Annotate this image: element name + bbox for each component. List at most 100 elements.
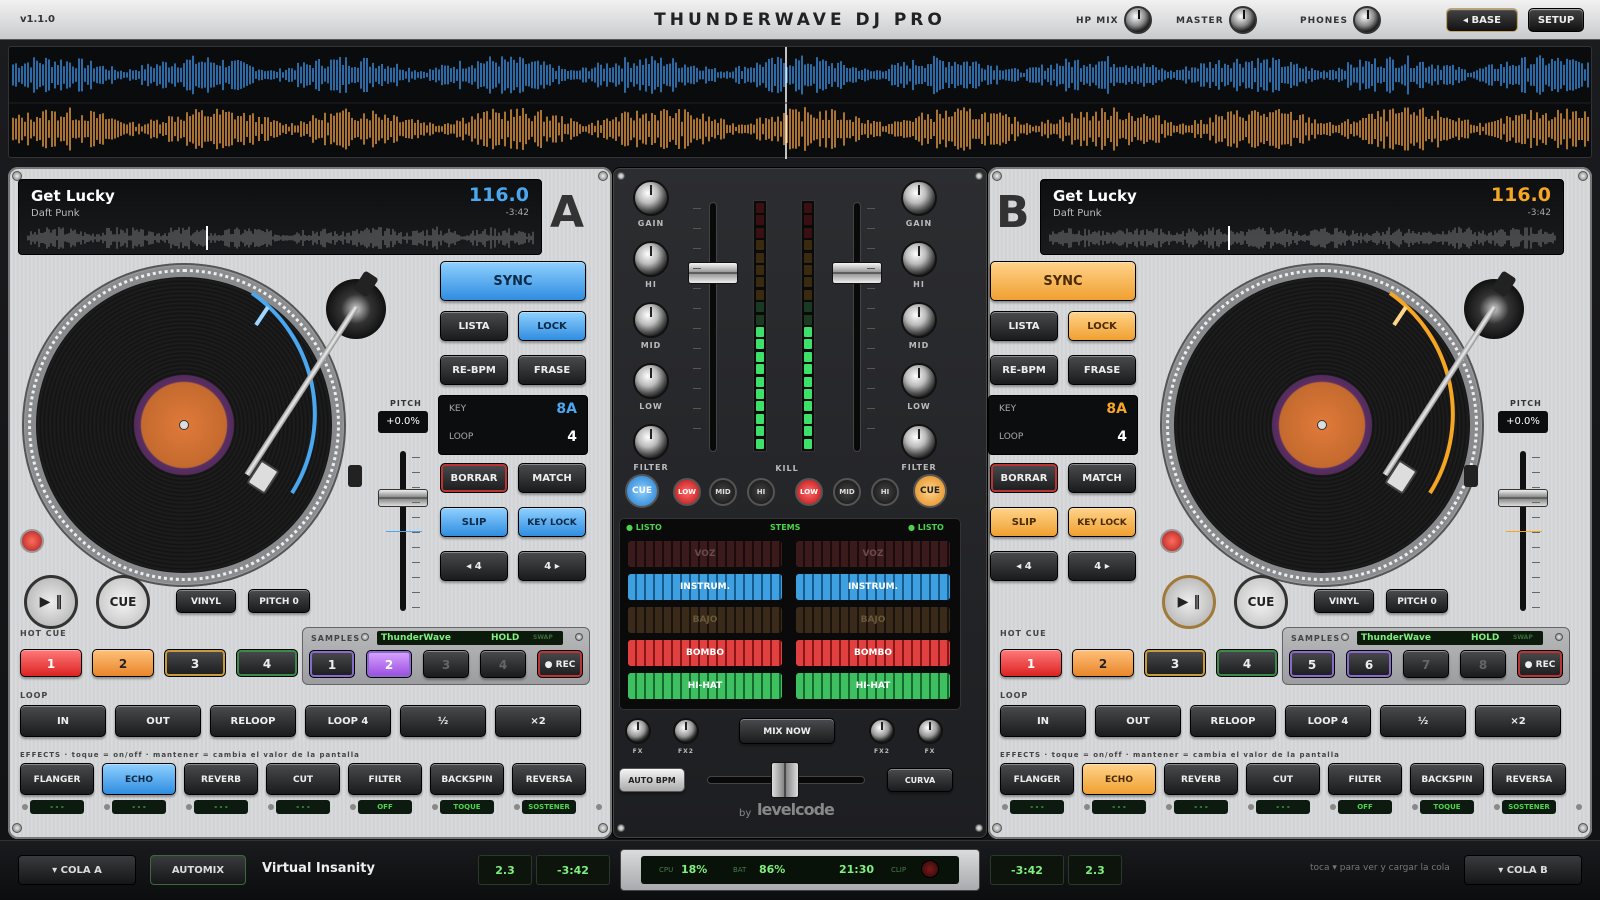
sample-pad-1[interactable]: 1 xyxy=(309,650,355,678)
hot-cue-3[interactable]: 3 xyxy=(164,649,226,677)
effect-button-6[interactable]: BACKSPIN xyxy=(430,763,504,795)
right-eq-knob-mid[interactable] xyxy=(901,302,937,338)
slip-button[interactable]: SLIP xyxy=(440,507,508,537)
effect-button-6[interactable]: BACKSPIN xyxy=(1410,763,1484,795)
left-eq-knob-hi[interactable] xyxy=(633,241,669,277)
sample-pad-2[interactable]: 2 xyxy=(366,650,412,678)
loop-button-2[interactable]: OUT xyxy=(1095,705,1181,737)
right-stem-instrum[interactable]: INSTRUM. xyxy=(796,574,950,600)
phones-knob[interactable] xyxy=(1353,6,1381,34)
right-kill-low[interactable]: LOW xyxy=(795,478,823,506)
turntable-platter[interactable] xyxy=(22,263,346,587)
left-kill-low[interactable]: LOW xyxy=(673,478,701,506)
effect-button-3[interactable]: REVERB xyxy=(184,763,258,795)
hot-cue-3[interactable]: 3 xyxy=(1144,649,1206,677)
mini-waveform[interactable] xyxy=(1049,226,1557,250)
loop-button-3[interactable]: RELOOP xyxy=(1190,705,1276,737)
waveform-overview[interactable] xyxy=(8,46,1593,159)
clear-button[interactable]: BORRAR xyxy=(990,463,1058,493)
sync-button[interactable]: SYNC xyxy=(440,261,586,301)
sample-pad-3[interactable]: 7 xyxy=(1403,650,1449,678)
right-stem-voz[interactable]: VOZ xyxy=(796,541,950,567)
left-stem-bajo[interactable]: BAJO xyxy=(628,607,782,633)
effect-button-4[interactable]: CUT xyxy=(266,763,340,795)
phrase-button[interactable]: FRASE xyxy=(1068,355,1136,385)
effect-button-7[interactable]: REVERSA xyxy=(1492,763,1566,795)
left-fader-track[interactable] xyxy=(709,202,717,452)
match-button[interactable]: MATCH xyxy=(1068,463,1136,493)
sample-pad-2[interactable]: 6 xyxy=(1346,650,1392,678)
loop-button-4[interactable]: LOOP 4 xyxy=(305,705,391,737)
left-stem-bombo[interactable]: BOMBO xyxy=(628,640,782,666)
sample-pad-4[interactable]: 4 xyxy=(480,650,526,678)
hot-cue-4[interactable]: 4 xyxy=(1216,649,1278,677)
rebpm-button[interactable]: RE-BPM xyxy=(990,355,1058,385)
lock-button[interactable]: LOCK xyxy=(1068,311,1136,341)
automix-button[interactable]: AUTOMIX xyxy=(150,855,246,885)
effect-button-4[interactable]: CUT xyxy=(1246,763,1320,795)
keylock-button[interactable]: KEY LOCK xyxy=(1068,507,1136,537)
brake-button[interactable] xyxy=(20,529,44,553)
cue-button[interactable]: CUE xyxy=(96,575,150,629)
left-eq-knob-gain[interactable] xyxy=(633,180,669,216)
right-stem-bajo[interactable]: BAJO xyxy=(796,607,950,633)
loop-back-button[interactable]: ◂ 4 xyxy=(990,551,1058,581)
keylock-button[interactable]: KEY LOCK xyxy=(518,507,586,537)
right-eq-knob-gain[interactable] xyxy=(901,180,937,216)
left-fx2-knob[interactable] xyxy=(673,718,699,744)
loop-forward-button[interactable]: 4 ▸ xyxy=(518,551,586,581)
loop-button-6[interactable]: ×2 xyxy=(495,705,581,737)
effect-button-1[interactable]: FLANGER xyxy=(1000,763,1074,795)
left-stem-hihat[interactable]: HI-HAT xyxy=(628,673,782,699)
loop-button-3[interactable]: RELOOP xyxy=(210,705,296,737)
base-button[interactable]: ◂ BASE xyxy=(1446,8,1518,32)
phrase-button[interactable]: FRASE xyxy=(518,355,586,385)
rebpm-button[interactable]: RE-BPM xyxy=(440,355,508,385)
loop-button-4[interactable]: LOOP 4 xyxy=(1285,705,1371,737)
right-eq-knob-low[interactable] xyxy=(901,363,937,399)
list-button[interactable]: LISTA xyxy=(990,311,1058,341)
right-stem-hihat[interactable]: HI-HAT xyxy=(796,673,950,699)
left-stem-instrum[interactable]: INSTRUM. xyxy=(628,574,782,600)
list-button[interactable]: LISTA xyxy=(440,311,508,341)
loop-button-5[interactable]: ½ xyxy=(1380,705,1466,737)
left-channel-fader[interactable] xyxy=(688,262,738,284)
slip-button[interactable]: SLIP xyxy=(990,507,1058,537)
effect-button-3[interactable]: REVERB xyxy=(1164,763,1238,795)
pitch-zero-button[interactable]: PITCH 0 xyxy=(1386,589,1448,613)
left-eq-knob-low[interactable] xyxy=(633,363,669,399)
pitch-zero-button[interactable]: PITCH 0 xyxy=(248,589,310,613)
sample-rec-button[interactable]: ● REC xyxy=(1517,650,1563,678)
effect-button-7[interactable]: REVERSA xyxy=(512,763,586,795)
left-eq-knob-mid[interactable] xyxy=(633,302,669,338)
queue-b-button[interactable]: ▾ COLA B xyxy=(1464,855,1582,885)
right-cue-button[interactable]: CUE xyxy=(913,474,947,508)
cue-button[interactable]: CUE xyxy=(1234,575,1288,629)
right-kill-mid[interactable]: MID xyxy=(833,478,861,506)
pitch-slider-handle[interactable] xyxy=(378,489,428,507)
crossfader-handle[interactable] xyxy=(771,762,799,798)
hot-cue-1[interactable]: 1 xyxy=(20,649,82,677)
loop-back-button[interactable]: ◂ 4 xyxy=(440,551,508,581)
mini-waveform[interactable] xyxy=(27,226,535,250)
turntable-platter[interactable] xyxy=(1160,263,1484,587)
left-stem-voz[interactable]: VOZ xyxy=(628,541,782,567)
left-cue-button[interactable]: CUE xyxy=(625,474,659,508)
hot-cue-4[interactable]: 4 xyxy=(236,649,298,677)
right-channel-fader[interactable] xyxy=(832,262,882,284)
curve-button[interactable]: CURVA xyxy=(887,768,953,792)
loop-button-2[interactable]: OUT xyxy=(115,705,201,737)
effect-button-2[interactable]: ECHO xyxy=(102,763,176,795)
clear-button[interactable]: BORRAR xyxy=(440,463,508,493)
pitch-slider-handle[interactable] xyxy=(1498,489,1548,507)
queue-a-button[interactable]: ▾ COLA A xyxy=(18,855,136,885)
right-fx2-knob[interactable] xyxy=(869,718,895,744)
loop-button-6[interactable]: ×2 xyxy=(1475,705,1561,737)
hot-cue-2[interactable]: 2 xyxy=(1072,649,1134,677)
play-pause-button[interactable]: ▶ ‖ xyxy=(1162,575,1216,629)
hot-cue-2[interactable]: 2 xyxy=(92,649,154,677)
play-pause-button[interactable]: ▶ ‖ xyxy=(24,575,78,629)
lock-button[interactable]: LOCK xyxy=(518,311,586,341)
sample-rec-button[interactable]: ● REC xyxy=(537,650,583,678)
right-eq-knob-hi[interactable] xyxy=(901,241,937,277)
